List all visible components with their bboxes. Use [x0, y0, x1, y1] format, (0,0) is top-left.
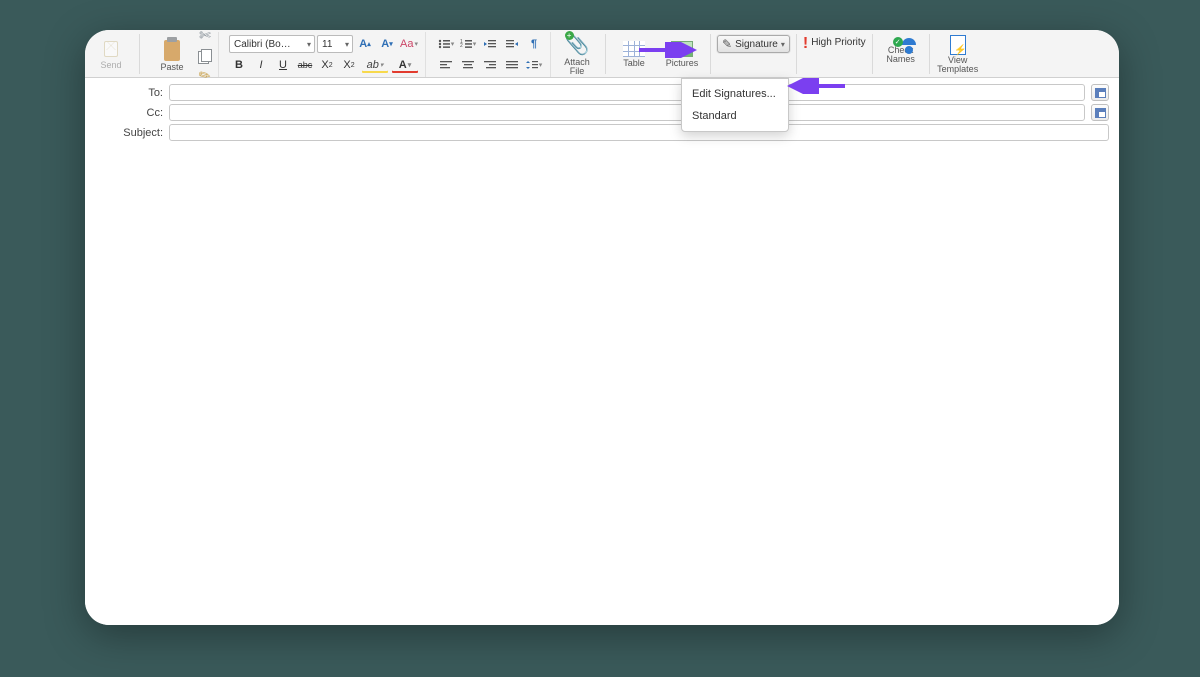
spacing-icon — [526, 60, 538, 70]
align-center-button[interactable] — [458, 56, 478, 74]
font-color-button[interactable]: A — [391, 56, 419, 74]
high-priority-button[interactable]: High Priority — [811, 35, 865, 48]
subject-input[interactable] — [169, 124, 1109, 141]
indent-button[interactable] — [502, 35, 522, 53]
font-family-select[interactable]: Calibri (Bo… — [229, 35, 315, 53]
align-left-button[interactable] — [436, 56, 456, 74]
bullets-icon — [438, 39, 450, 49]
format-painter-button[interactable]: ✎ — [196, 67, 214, 85]
separator — [139, 34, 140, 74]
align-left-icon — [440, 60, 452, 70]
paragraph-group: 12 ¶ — [430, 32, 551, 77]
italic-button[interactable]: I — [251, 56, 271, 74]
separator — [710, 34, 711, 74]
ribbon: Send Paste ✄ ✎ Calibri (Bo… 11 A▴ A▾ Aa — [85, 30, 1119, 78]
addressbook-icon — [1095, 108, 1106, 118]
cc-label: Cc: — [95, 107, 163, 119]
signature-group: ✎ Signature ▾ — [717, 32, 790, 77]
separator — [796, 34, 797, 74]
annotation-arrow-side — [787, 78, 847, 94]
font-size-select[interactable]: 11 — [317, 35, 353, 53]
chevron-down-icon: ▾ — [781, 40, 785, 49]
outdent-icon — [484, 39, 496, 49]
paste-label: Paste — [160, 62, 183, 72]
numbering-button[interactable]: 12 — [458, 35, 478, 53]
paste-icon — [161, 37, 183, 61]
template-icon — [950, 35, 966, 55]
underline-button[interactable]: U — [273, 56, 293, 74]
separator — [929, 34, 930, 74]
send-icon — [100, 39, 122, 59]
annotation-arrow-top — [639, 42, 699, 58]
justify-button[interactable] — [502, 56, 522, 74]
cc-input[interactable] — [169, 104, 1085, 121]
addressbook-icon — [1095, 88, 1106, 98]
edit-signatures-item[interactable]: Edit Signatures... — [682, 83, 788, 105]
subject-row: Subject: — [95, 124, 1109, 141]
numbering-icon: 12 — [460, 39, 472, 49]
plus-icon: + — [565, 31, 574, 40]
grow-font-button[interactable]: A▴ — [355, 35, 375, 53]
superscript-button[interactable]: X2 — [339, 56, 359, 74]
show-marks-button[interactable]: ¶ — [524, 35, 544, 53]
to-addressbook-button[interactable] — [1091, 84, 1109, 101]
cc-row: Cc: — [95, 104, 1109, 121]
strike-button[interactable]: abc — [295, 56, 315, 74]
indent-icon — [506, 39, 518, 49]
shrink-font-button[interactable]: A▾ — [377, 35, 397, 53]
exclamation-icon: ! — [803, 35, 808, 53]
outdent-button[interactable] — [480, 35, 500, 53]
standard-signature-item[interactable]: Standard — [682, 105, 788, 127]
subscript-button[interactable]: X2 — [317, 56, 337, 74]
bold-button[interactable]: B — [229, 56, 249, 74]
attach-label: Attach File — [564, 58, 590, 76]
clipboard-group: Paste ✄ ✎ — [146, 32, 219, 77]
line-spacing-button[interactable] — [524, 56, 544, 74]
svg-text:2: 2 — [460, 43, 463, 49]
compose-window: Send Paste ✄ ✎ Calibri (Bo… 11 A▴ A▾ Aa — [85, 30, 1119, 625]
pictures-label: Pictures — [666, 58, 699, 68]
font-size-value: 11 — [322, 39, 332, 50]
check-icon: ✓ — [893, 37, 903, 47]
header-fields: To: Cc: Subject: — [85, 78, 1119, 148]
align-right-icon — [484, 60, 496, 70]
to-input[interactable] — [169, 84, 1085, 101]
scissors-icon: ✄ — [199, 30, 211, 44]
justify-icon — [506, 60, 518, 70]
copy-button[interactable] — [196, 47, 214, 65]
attach-file-button[interactable]: 📎+ Attach File — [555, 32, 599, 76]
paste-button[interactable]: Paste — [150, 33, 194, 77]
cc-addressbook-button[interactable] — [1091, 104, 1109, 121]
copy-icon — [198, 49, 212, 63]
font-family-value: Calibri (Bo… — [234, 39, 291, 50]
bullets-button[interactable] — [436, 35, 456, 53]
clear-format-button[interactable]: Aa — [399, 35, 419, 53]
separator — [605, 34, 606, 74]
highlight-button[interactable]: ab — [361, 56, 389, 74]
priority-group: ! High Priority — [803, 32, 866, 77]
brush-icon: ✎ — [196, 65, 215, 86]
font-group: Calibri (Bo… 11 A▴ A▾ Aa B I U abc X2 X2… — [223, 32, 426, 77]
signature-label: Signature — [735, 39, 778, 50]
view-templates-label: View Templates — [937, 56, 978, 74]
separator — [872, 34, 873, 74]
cut-button[interactable]: ✄ — [196, 30, 214, 45]
send-button[interactable]: Send — [89, 32, 133, 76]
to-label: To: — [95, 87, 163, 99]
view-templates-button[interactable]: View Templates — [936, 32, 980, 76]
signature-menu: Edit Signatures... Standard — [681, 78, 789, 132]
check-names-button[interactable]: ✓ Check Names — [879, 32, 923, 76]
pen-icon: ✎ — [722, 37, 732, 51]
message-body[interactable] — [85, 148, 1119, 625]
signature-button[interactable]: ✎ Signature ▾ — [717, 35, 790, 53]
to-row: To: — [95, 84, 1109, 101]
send-label: Send — [100, 60, 121, 70]
subject-label: Subject: — [95, 127, 163, 139]
table-label: Table — [623, 58, 645, 68]
align-center-icon — [462, 60, 474, 70]
align-right-button[interactable] — [480, 56, 500, 74]
